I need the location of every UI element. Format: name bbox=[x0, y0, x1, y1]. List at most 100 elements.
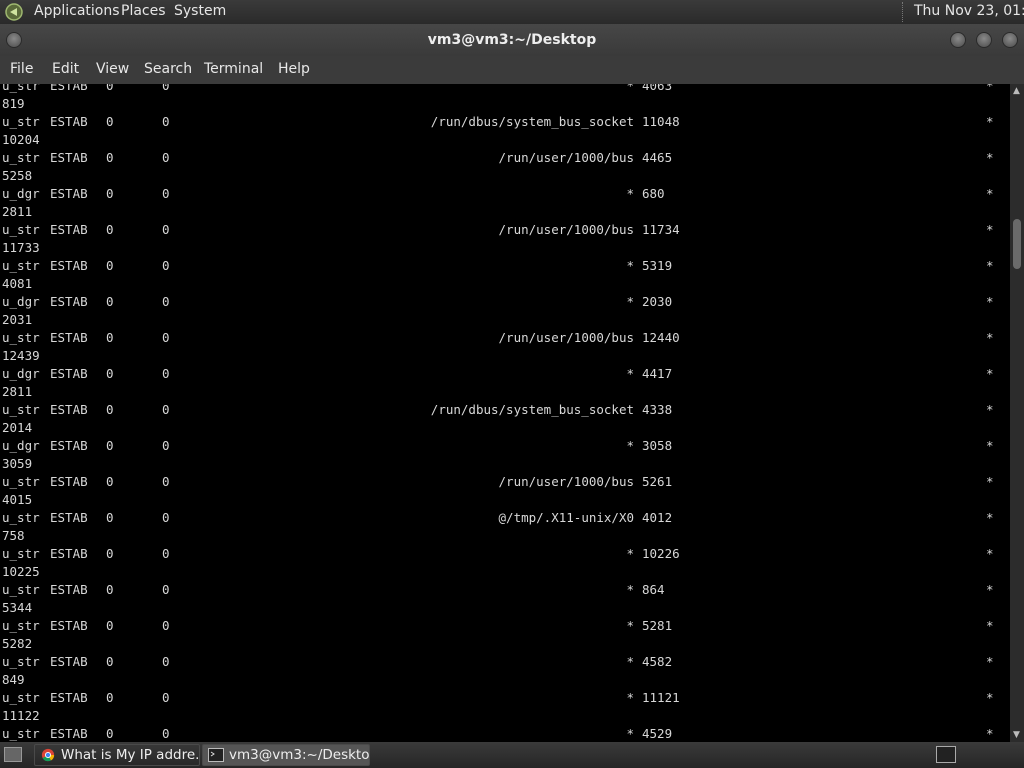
panel-clock[interactable]: Thu Nov 23, 01:54 bbox=[914, 3, 1024, 19]
socket-peer-port: 10225 bbox=[2, 564, 40, 579]
socket-row-wrap: 10204 bbox=[2, 131, 1008, 149]
window-titlebar[interactable]: vm3@vm3:~/Desktop bbox=[0, 24, 1024, 56]
panel-divider bbox=[902, 2, 904, 22]
socket-local-port: 10226 bbox=[642, 546, 680, 561]
socket-row: u_str ESTAB 0 0 @/tmp/.X11-unix/X0 4012 * bbox=[2, 509, 1008, 527]
socket-netid: u_str bbox=[2, 330, 40, 345]
socket-state: ESTAB bbox=[50, 222, 88, 237]
socket-local-port: 680 bbox=[642, 186, 665, 201]
socket-local-address: * bbox=[626, 582, 634, 597]
bottom-taskbar: What is My IP addre... vm3@vm3:~/Desktop bbox=[0, 742, 1024, 768]
socket-recv-q: 0 bbox=[106, 150, 114, 165]
menu-search[interactable]: Search bbox=[144, 61, 192, 77]
menu-file[interactable]: File bbox=[10, 61, 33, 77]
socket-local-port: 2030 bbox=[642, 294, 673, 309]
socket-local-address: /run/user/1000/bus bbox=[498, 222, 634, 237]
socket-peer-address: * bbox=[986, 84, 994, 93]
terminal-output[interactable]: u_str ESTAB 0 0 * 4063 * 819 u_str ESTAB 0 0/run/db… bbox=[0, 84, 1010, 742]
terminal-icon bbox=[208, 748, 224, 762]
socket-row: u_dgr ESTAB 0 0 * 3058 * bbox=[2, 437, 1008, 455]
socket-send-q: 0 bbox=[162, 366, 170, 381]
socket-peer-address: * bbox=[986, 474, 994, 489]
maximize-icon[interactable] bbox=[976, 32, 992, 48]
socket-netid: u_str bbox=[2, 618, 40, 633]
socket-peer-port: 3059 bbox=[2, 456, 33, 471]
socket-recv-q: 0 bbox=[106, 258, 114, 273]
socket-netid: u_str bbox=[2, 654, 40, 669]
socket-send-q: 0 bbox=[162, 294, 170, 309]
socket-row-wrap: 11122 bbox=[2, 707, 1008, 725]
socket-peer-address: * bbox=[986, 222, 994, 237]
socket-send-q: 0 bbox=[162, 150, 170, 165]
socket-state: ESTAB bbox=[50, 150, 88, 165]
menu-help[interactable]: Help bbox=[278, 61, 310, 77]
socket-local-address: /run/dbus/system_bus_socket bbox=[430, 114, 634, 129]
close-icon[interactable] bbox=[1002, 32, 1018, 48]
socket-row-wrap: 849 bbox=[2, 671, 1008, 689]
socket-peer-address: * bbox=[986, 114, 994, 129]
menu-view[interactable]: View bbox=[96, 61, 129, 77]
show-desktop-icon[interactable] bbox=[4, 747, 22, 762]
socket-state: ESTAB bbox=[50, 330, 88, 345]
socket-send-q: 0 bbox=[162, 186, 170, 201]
socket-row-wrap: 11733 bbox=[2, 239, 1008, 257]
scroll-down-icon[interactable]: ▼ bbox=[1013, 730, 1020, 740]
socket-recv-q: 0 bbox=[106, 726, 114, 741]
socket-state: ESTAB bbox=[50, 84, 88, 93]
socket-recv-q: 0 bbox=[106, 618, 114, 633]
socket-send-q: 0 bbox=[162, 582, 170, 597]
socket-peer-address: * bbox=[986, 546, 994, 561]
socket-local-port: 4338 bbox=[642, 402, 673, 417]
distro-logo-icon[interactable] bbox=[5, 3, 23, 21]
socket-netid: u_str bbox=[2, 150, 40, 165]
menu-system[interactable]: System bbox=[174, 3, 226, 19]
socket-send-q: 0 bbox=[162, 726, 170, 741]
socket-send-q: 0 bbox=[162, 84, 170, 93]
socket-netid: u_str bbox=[2, 546, 40, 561]
socket-netid: u_dgr bbox=[2, 294, 40, 309]
socket-peer-address: * bbox=[986, 330, 994, 345]
socket-row: u_dgr ESTAB 0 0 * 4417 * bbox=[2, 365, 1008, 383]
socket-peer-port: 12439 bbox=[2, 348, 40, 363]
scrollbar-thumb[interactable] bbox=[1013, 219, 1021, 269]
socket-local-port: 12440 bbox=[642, 330, 680, 345]
task-terminal[interactable]: vm3@vm3:~/Desktop bbox=[202, 744, 370, 766]
terminal-scrollbar[interactable]: ▲ ▼ bbox=[1010, 84, 1024, 742]
socket-local-port: 5319 bbox=[642, 258, 673, 273]
socket-peer-port: 10204 bbox=[2, 132, 40, 147]
socket-local-address: /run/user/1000/bus bbox=[498, 474, 634, 489]
scroll-up-icon[interactable]: ▲ bbox=[1013, 86, 1020, 96]
socket-state: ESTAB bbox=[50, 618, 88, 633]
socket-local-port: 3058 bbox=[642, 438, 673, 453]
socket-local-address: * bbox=[626, 186, 634, 201]
minimize-icon[interactable] bbox=[950, 32, 966, 48]
socket-local-port: 4582 bbox=[642, 654, 673, 669]
socket-peer-address: * bbox=[986, 726, 994, 741]
menu-applications[interactable]: Applications bbox=[34, 3, 120, 19]
socket-local-port: 11734 bbox=[642, 222, 680, 237]
socket-peer-address: * bbox=[986, 582, 994, 597]
socket-recv-q: 0 bbox=[106, 438, 114, 453]
socket-send-q: 0 bbox=[162, 474, 170, 489]
menu-places[interactable]: Places bbox=[121, 3, 166, 19]
socket-recv-q: 0 bbox=[106, 474, 114, 489]
socket-send-q: 0 bbox=[162, 258, 170, 273]
tray-terminal-icon[interactable] bbox=[936, 746, 956, 763]
socket-peer-address: * bbox=[986, 258, 994, 273]
socket-peer-port: 819 bbox=[2, 96, 25, 111]
socket-row-wrap: 10225 bbox=[2, 563, 1008, 581]
socket-state: ESTAB bbox=[50, 690, 88, 705]
socket-row: u_str ESTAB 0 0 * 5319 * bbox=[2, 257, 1008, 275]
socket-send-q: 0 bbox=[162, 438, 170, 453]
task-label: vm3@vm3:~/Desktop bbox=[229, 747, 370, 763]
socket-local-port: 11048 bbox=[642, 114, 680, 129]
menu-terminal[interactable]: Terminal bbox=[204, 61, 263, 77]
menu-edit[interactable]: Edit bbox=[52, 61, 79, 77]
socket-recv-q: 0 bbox=[106, 402, 114, 417]
task-chrome[interactable]: What is My IP addre... bbox=[34, 744, 200, 766]
socket-send-q: 0 bbox=[162, 222, 170, 237]
socket-local-address: * bbox=[626, 654, 634, 669]
socket-netid: u_dgr bbox=[2, 438, 40, 453]
socket-row-wrap: 5258 bbox=[2, 167, 1008, 185]
socket-row: u_str ESTAB 0 0/run/user/1000/bus 5261 * bbox=[2, 473, 1008, 491]
